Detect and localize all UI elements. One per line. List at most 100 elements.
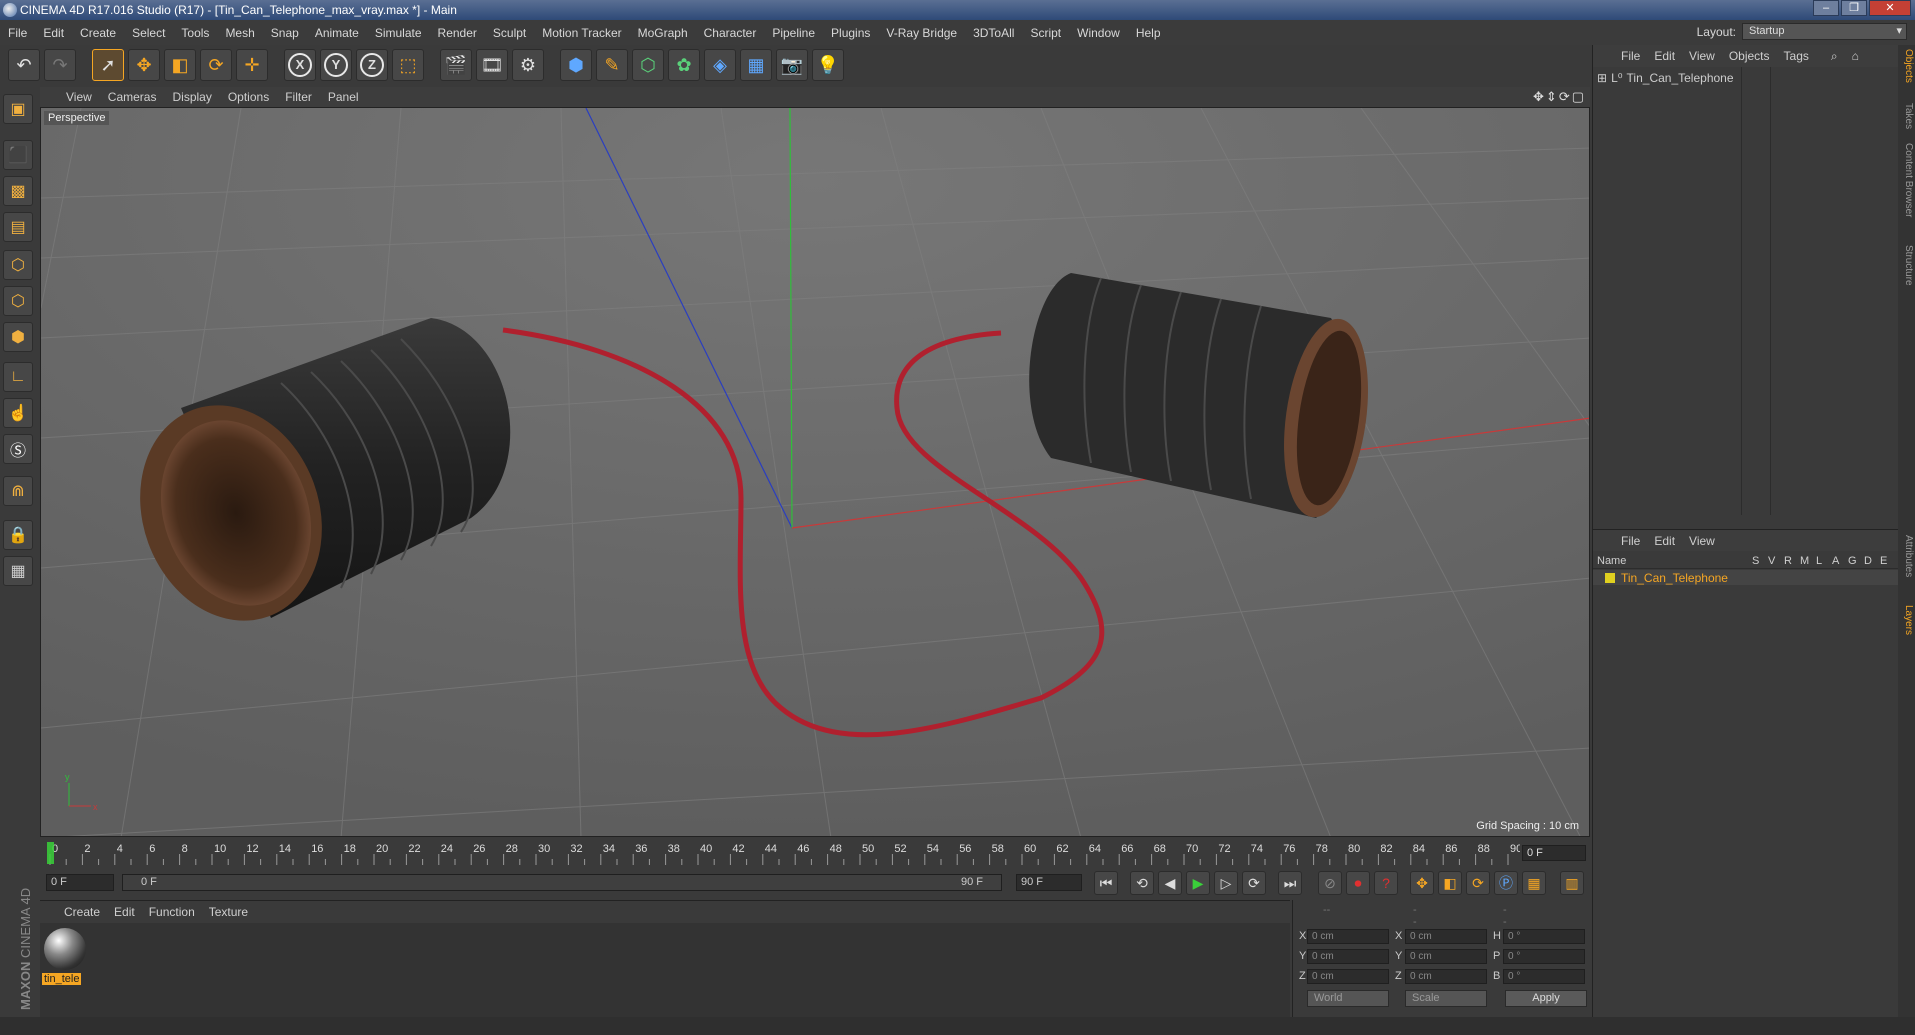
- material-menu-function[interactable]: Function: [149, 905, 195, 919]
- layer-row[interactable]: Tin_Can_Telephone: [1593, 570, 1898, 585]
- layout-dropdown[interactable]: Startup: [1742, 23, 1907, 40]
- pos-z-field[interactable]: 0 cm: [1307, 969, 1389, 984]
- material-name[interactable]: tin_tele: [42, 973, 82, 985]
- enable-axis-button[interactable]: ∟: [3, 362, 33, 392]
- play-button[interactable]: ▶: [1186, 871, 1210, 895]
- menu-vray-bridge[interactable]: V-Ray Bridge: [886, 26, 957, 40]
- viewport-menu-options[interactable]: Options: [228, 90, 269, 104]
- scale-tool-button[interactable]: ◧: [164, 49, 196, 81]
- size-x-field[interactable]: 0 cm: [1405, 929, 1487, 944]
- menu-render[interactable]: Render: [438, 26, 477, 40]
- deformer-button[interactable]: ◈: [704, 49, 736, 81]
- objects-menu-objects[interactable]: Objects: [1729, 49, 1770, 63]
- maximize-button[interactable]: ❐: [1841, 0, 1867, 16]
- expand-icon[interactable]: ⊞: [1597, 71, 1607, 85]
- locked-workplane-button[interactable]: 🔒: [3, 520, 33, 550]
- material-menu-create[interactable]: Create: [64, 905, 100, 919]
- texture-mode-button[interactable]: ▩: [3, 176, 33, 206]
- menu-mesh[interactable]: Mesh: [225, 26, 254, 40]
- tweak-mode-button[interactable]: ☝: [3, 398, 33, 428]
- recent-tool-button[interactable]: ✛: [236, 49, 268, 81]
- camera-button[interactable]: 📷: [776, 49, 808, 81]
- autokey-button[interactable]: ⏺: [1346, 871, 1370, 895]
- frame-range-slider[interactable]: 0 F 90 F: [122, 874, 1002, 891]
- rot-p-field[interactable]: 0 °: [1503, 949, 1585, 964]
- menu-script[interactable]: Script: [1030, 26, 1061, 40]
- layers-menu-view[interactable]: View: [1689, 534, 1715, 548]
- menu-select[interactable]: Select: [132, 26, 165, 40]
- timeline-window-button[interactable]: ▥: [1560, 871, 1584, 895]
- y-axis-lock-button[interactable]: Y: [320, 49, 352, 81]
- go-to-start-button[interactable]: ⏮: [1094, 871, 1118, 895]
- rot-h-field[interactable]: 0 °: [1503, 929, 1585, 944]
- layer-name[interactable]: Tin_Can_Telephone: [1621, 571, 1728, 585]
- menu-create[interactable]: Create: [80, 26, 116, 40]
- 3d-viewport[interactable]: yx Perspective Grid Spacing : 10 cm: [40, 107, 1590, 837]
- tab-structure[interactable]: Structure: [1903, 245, 1914, 286]
- select-tool-button[interactable]: ➚: [92, 49, 124, 81]
- snap-button[interactable]: ⋒: [3, 476, 33, 506]
- previous-frame-button[interactable]: ◀: [1158, 871, 1182, 895]
- key-parameter-button[interactable]: Ⓟ: [1494, 871, 1518, 895]
- next-key-button[interactable]: ⟳: [1242, 871, 1266, 895]
- edges-mode-button[interactable]: ⬡: [3, 286, 33, 316]
- material-menu-edit[interactable]: Edit: [114, 905, 135, 919]
- objects-menu-edit[interactable]: Edit: [1654, 49, 1675, 63]
- tab-attributes[interactable]: Attributes: [1903, 535, 1914, 577]
- polygons-mode-button[interactable]: ⬢: [3, 322, 33, 352]
- menu-file[interactable]: File: [8, 26, 27, 40]
- material-preview-thumbnail[interactable]: [44, 928, 86, 970]
- solo-button[interactable]: Ⓢ: [3, 434, 33, 464]
- record-keys-button[interactable]: ⊘: [1318, 871, 1342, 895]
- size-mode-dropdown[interactable]: Scale: [1405, 990, 1487, 1007]
- cloner-button[interactable]: ✿: [668, 49, 700, 81]
- menu-3dtoall[interactable]: 3DToAll: [973, 26, 1014, 40]
- tab-layers[interactable]: Layers: [1903, 605, 1914, 635]
- pen-spline-button[interactable]: ✎: [596, 49, 628, 81]
- timeline-ruler[interactable]: 0 2 4 6 8 10 12 14 16 18 20 22 24 26 28 30 32 34 36 38 40 42 4…: [40, 840, 1590, 866]
- material-menu-texture[interactable]: Texture: [209, 905, 248, 919]
- points-mode-button[interactable]: ⬡: [3, 250, 33, 280]
- viewport-menu-display[interactable]: Display: [172, 90, 211, 104]
- key-pla-button[interactable]: ▦: [1522, 871, 1546, 895]
- menu-window[interactable]: Window: [1077, 26, 1120, 40]
- objects-menu-tags[interactable]: Tags: [1784, 49, 1809, 63]
- search-icon[interactable]: ⌕: [1831, 49, 1838, 64]
- z-axis-lock-button[interactable]: Z: [356, 49, 388, 81]
- cube-object-button[interactable]: ⬢: [560, 49, 592, 81]
- coordinate-system-button[interactable]: ⬚: [392, 49, 424, 81]
- x-axis-lock-button[interactable]: X: [284, 49, 316, 81]
- objects-menu-view[interactable]: View: [1689, 49, 1715, 63]
- coordinate-space-dropdown[interactable]: World: [1307, 990, 1389, 1007]
- rot-b-field[interactable]: 0 °: [1503, 969, 1585, 984]
- menu-animate[interactable]: Animate: [315, 26, 359, 40]
- undo-button[interactable]: ↶: [8, 49, 40, 81]
- menu-sculpt[interactable]: Sculpt: [493, 26, 526, 40]
- keyframe-selection-button[interactable]: ?: [1374, 871, 1398, 895]
- previous-key-button[interactable]: ⟲: [1130, 871, 1154, 895]
- viewport-menu-cameras[interactable]: Cameras: [108, 90, 157, 104]
- next-frame-button[interactable]: ▷: [1214, 871, 1238, 895]
- current-frame-field[interactable]: 0 F: [1522, 845, 1586, 861]
- viewport-navigation-icons[interactable]: ✥⇕⟳▢: [1533, 89, 1586, 105]
- subdivision-surface-button[interactable]: ⬡: [632, 49, 664, 81]
- menu-motion-tracker[interactable]: Motion Tracker: [542, 26, 621, 40]
- make-editable-button[interactable]: ▣: [3, 94, 33, 124]
- menu-plugins[interactable]: Plugins: [831, 26, 870, 40]
- layers-menu-file[interactable]: File: [1621, 534, 1640, 548]
- floor-button[interactable]: ▦: [740, 49, 772, 81]
- planar-workplane-button[interactable]: ▦: [3, 556, 33, 586]
- apply-button[interactable]: Apply: [1505, 990, 1587, 1007]
- viewport-menu-filter[interactable]: Filter: [285, 90, 312, 104]
- size-y-field[interactable]: 0 cm: [1405, 949, 1487, 964]
- layers-menu-edit[interactable]: Edit: [1654, 534, 1675, 548]
- tab-content-browser[interactable]: Content Browser: [1903, 143, 1914, 217]
- tab-takes[interactable]: Takes: [1903, 103, 1914, 129]
- viewport-menu-view[interactable]: View: [66, 90, 92, 104]
- start-frame-field[interactable]: 0 F: [46, 874, 114, 891]
- render-view-button[interactable]: 🎬: [440, 49, 472, 81]
- rotate-tool-button[interactable]: ⟳: [200, 49, 232, 81]
- menu-pipeline[interactable]: Pipeline: [772, 26, 815, 40]
- render-settings-button[interactable]: ⚙: [512, 49, 544, 81]
- light-button[interactable]: 💡: [812, 49, 844, 81]
